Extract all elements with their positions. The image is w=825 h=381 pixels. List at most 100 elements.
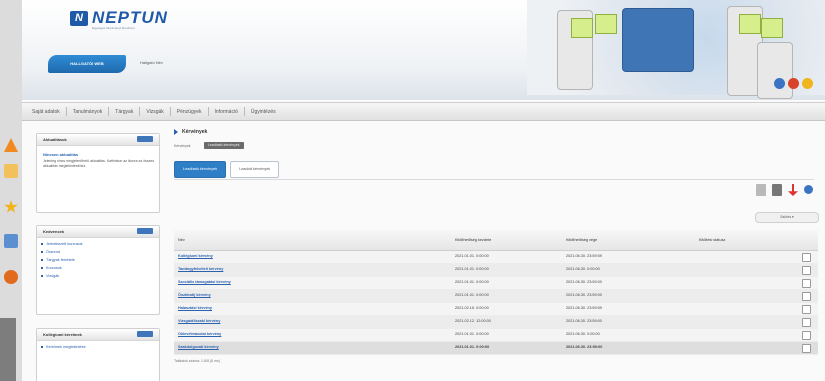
user-name: Hallgató Név xyxy=(140,60,163,65)
menu-item-tárgyak[interactable]: Tárgyak xyxy=(115,109,133,115)
help-icon[interactable] xyxy=(774,78,785,89)
divider xyxy=(174,179,814,180)
table-body: Kollégiumi kérvény 2021.01.01. 0:00:00 2… xyxy=(174,251,818,355)
row-checkbox[interactable] xyxy=(802,292,811,301)
menu-item-ügyintézés[interactable]: Ügyintézés xyxy=(251,109,276,115)
request-name-link[interactable]: Tantárgyfelvételi kérvény xyxy=(178,267,223,271)
document-icon[interactable] xyxy=(4,234,18,248)
menu-item-pénzügyek[interactable]: Pénzügyek xyxy=(177,109,202,115)
header-actions xyxy=(774,78,813,89)
request-name-link[interactable]: Oklevélmásolat kérvény xyxy=(178,332,221,336)
start-date: 2021.02.15. 0:00:00 xyxy=(455,306,489,310)
menu-item-tanulmányok[interactable]: Tanulmányok xyxy=(73,109,102,115)
panel-title: Aktualitások xyxy=(43,137,67,142)
settings-icon[interactable] xyxy=(802,78,813,89)
start-date: 2021.01.01. 0:00:00 xyxy=(455,267,489,271)
column-header-name[interactable]: Név xyxy=(178,238,185,242)
dormitory-list: Kérelmek megtekintése xyxy=(41,343,86,351)
list-item[interactable]: Kérelmek megtekintése xyxy=(41,343,86,351)
tab-bar: Leadható kérvények Leadott kérvények xyxy=(174,161,280,178)
star-icon[interactable] xyxy=(4,200,18,213)
table-row: Halasztási kérvény 2021.02.15. 0:00:00 2… xyxy=(174,303,818,316)
request-name-link[interactable]: Ösztöndíj kérvény xyxy=(178,293,211,297)
list-item-label: Tárgyak felvétele xyxy=(46,258,75,262)
table-row: Oklevélmásolat kérvény 2021.01.01. 0:00:… xyxy=(174,329,818,342)
request-name-link[interactable]: Szakdolgozati kérvény xyxy=(178,345,219,349)
sub-tab-pill[interactable]: Leadható kérvények xyxy=(204,142,244,149)
panel-header: Kedvencek xyxy=(37,226,159,238)
start-date: 2021.02.12. 12:00:00 xyxy=(455,319,491,323)
column-header-start[interactable]: Kitölthetőség kezdete xyxy=(455,238,491,242)
mode-button[interactable]: HALLGATÓI WEB xyxy=(48,55,126,73)
panel-toggle-button[interactable] xyxy=(137,228,153,234)
list-item[interactable]: Vizsgák xyxy=(41,272,83,280)
logout-icon[interactable] xyxy=(788,78,799,89)
panel-header: Aktualitások xyxy=(37,134,159,146)
start-date: 2021.01.01. 0:00:00 xyxy=(455,254,489,258)
page-header: N NEPTUN Egységes Tanulmányi Rendszer HA… xyxy=(22,0,825,100)
menu-item-információ[interactable]: Információ xyxy=(215,109,238,115)
menu-separator xyxy=(139,107,141,116)
row-checkbox[interactable] xyxy=(802,279,811,288)
background-photo xyxy=(0,318,16,381)
list-item[interactable]: Kurzusok xyxy=(41,264,83,272)
bullet-icon xyxy=(41,267,43,269)
column-header-status[interactable]: Kitöltési státusz xyxy=(699,238,725,242)
row-checkbox[interactable] xyxy=(802,344,811,353)
search-icon[interactable] xyxy=(804,185,813,194)
request-name-link[interactable]: Szociális támogatási kérvény xyxy=(178,280,231,284)
row-checkbox[interactable] xyxy=(802,253,811,262)
request-name-link[interactable]: Kollégiumi kérvény xyxy=(178,254,213,258)
list-item-label: Vizsgák xyxy=(46,274,60,278)
main-content: Kérvények Kérvények Leadható kérvények L… xyxy=(170,126,820,381)
logo-subtitle: Egységes Tanulmányi Rendszer xyxy=(92,26,135,30)
list-item-label: Órarend xyxy=(46,250,60,254)
news-message-title[interactable]: Nincsen aktualitás xyxy=(43,152,78,157)
print-icon[interactable] xyxy=(756,184,766,196)
tab-leadott[interactable]: Leadott kérvények xyxy=(230,161,280,178)
list-item[interactable]: Jelentkezett kurzusok xyxy=(41,240,83,248)
menu-separator xyxy=(243,107,245,116)
panel-toggle-button[interactable] xyxy=(137,136,153,142)
breadcrumb: Kérvények xyxy=(174,129,207,135)
neptun-app: N NEPTUN Egységes Tanulmányi Rendszer HA… xyxy=(22,0,825,381)
request-name-link[interactable]: Vizsgaidőszaki kérvény xyxy=(178,319,220,323)
menu-item-saját-adatok[interactable]: Saját adatok xyxy=(32,109,60,115)
tile-icon xyxy=(739,14,761,34)
filter-dropdown[interactable]: Szűrés ▾ xyxy=(755,212,819,223)
pin-icon[interactable] xyxy=(788,184,798,196)
menu-item-vizsgák[interactable]: Vizsgák xyxy=(146,109,163,115)
tile-icon xyxy=(571,18,593,38)
tile-icon xyxy=(595,14,617,34)
panel-title: Kollégiumi kérelmek xyxy=(43,332,82,337)
row-checkbox[interactable] xyxy=(802,266,811,275)
tab-leadható[interactable]: Leadható kérvények xyxy=(174,161,227,178)
warning-icon[interactable] xyxy=(4,138,18,152)
neptun-logo[interactable]: N NEPTUN xyxy=(70,8,168,28)
bullet-icon xyxy=(41,251,43,253)
chat-icon[interactable] xyxy=(4,270,18,284)
start-date: 2021.01.01. 0:00:00 xyxy=(455,345,490,349)
row-checkbox[interactable] xyxy=(802,318,811,327)
row-checkbox[interactable] xyxy=(802,305,811,314)
table-row: Kollégiumi kérvény 2021.01.01. 0:00:00 2… xyxy=(174,251,818,264)
bullet-icon xyxy=(41,346,43,348)
column-header-end[interactable]: Kitölthetőség vége xyxy=(566,238,597,242)
panel-title: Kedvencek xyxy=(43,229,65,234)
panel-toggle-button[interactable] xyxy=(137,331,153,337)
export-icon[interactable] xyxy=(772,184,782,196)
favorites-panel: Kedvencek Jelentkezett kurzusok Órarend … xyxy=(36,225,160,315)
arrow-right-icon xyxy=(174,129,178,135)
folder-icon[interactable] xyxy=(4,164,18,178)
list-item-label: Jelentkezett kurzusok xyxy=(46,242,83,246)
row-checkbox[interactable] xyxy=(802,331,811,340)
table-row: Ösztöndíj kérvény 2021.01.01. 0:00:00 20… xyxy=(174,290,818,303)
list-item[interactable]: Órarend xyxy=(41,248,83,256)
request-name-link[interactable]: Halasztási kérvény xyxy=(178,306,212,310)
bullet-icon xyxy=(41,275,43,277)
news-message-text: Jelenleg nincs megjeleníthető aktualitás… xyxy=(43,159,155,168)
end-date: 2021.06.30. 23:59:59 xyxy=(566,254,602,258)
table-row: Szociális támogatási kérvény 2021.01.01.… xyxy=(174,277,818,290)
list-item[interactable]: Tárgyak felvétele xyxy=(41,256,83,264)
menu-separator xyxy=(207,107,209,116)
